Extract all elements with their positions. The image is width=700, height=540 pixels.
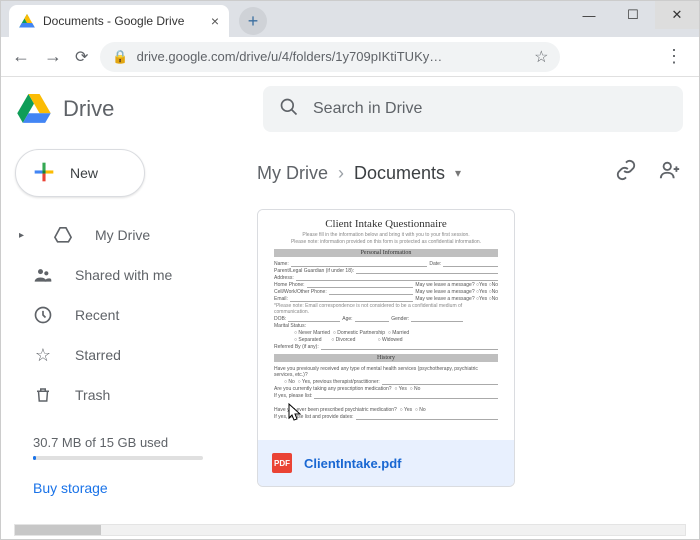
window-controls: — ☐ ✕ bbox=[567, 1, 699, 29]
sidebar-item-recent[interactable]: Recent bbox=[11, 295, 243, 335]
new-button-label: New bbox=[70, 165, 98, 181]
search-input[interactable]: Search in Drive bbox=[263, 86, 683, 132]
preview-title: Client Intake Questionnaire bbox=[274, 218, 498, 230]
close-tab-icon[interactable]: × bbox=[211, 13, 219, 29]
breadcrumb-root[interactable]: My Drive bbox=[257, 163, 328, 184]
search-icon bbox=[279, 97, 299, 122]
storage-bar bbox=[33, 456, 203, 460]
sidebar-item-label: Shared with me bbox=[75, 267, 172, 283]
breadcrumb-current[interactable]: Documents bbox=[354, 163, 445, 184]
file-thumbnail: Client Intake Questionnaire Please fill … bbox=[258, 210, 514, 440]
forward-button[interactable]: → bbox=[43, 46, 63, 67]
sidebar-item-starred[interactable]: ☆ Starred bbox=[11, 335, 243, 375]
reload-button[interactable]: ⟳ bbox=[75, 47, 88, 67]
drive-logo-icon bbox=[17, 94, 51, 124]
buy-storage-link[interactable]: Buy storage bbox=[11, 480, 243, 496]
omnibox[interactable]: 🔒 drive.google.com/drive/u/4/folders/1y7… bbox=[100, 42, 560, 72]
drive-favicon-icon bbox=[19, 14, 35, 28]
sidebar-item-label: My Drive bbox=[95, 227, 150, 243]
chevron-down-icon[interactable]: ▾ bbox=[455, 166, 461, 180]
preview-section: History bbox=[274, 354, 498, 362]
new-button[interactable]: New bbox=[15, 149, 145, 197]
file-name: ClientIntake.pdf bbox=[304, 456, 402, 471]
tab-title: Documents - Google Drive bbox=[43, 14, 184, 28]
lock-icon: 🔒 bbox=[112, 49, 128, 65]
storage-usage: 30.7 MB of 15 GB used bbox=[11, 435, 243, 460]
back-button[interactable]: ← bbox=[11, 46, 31, 67]
sidebar-item-my-drive[interactable]: ▸ My Drive bbox=[11, 215, 243, 255]
add-people-icon[interactable] bbox=[659, 159, 681, 187]
file-grid: Client Intake Questionnaire Please fill … bbox=[257, 195, 681, 487]
drive-app: Drive Search in Drive New bbox=[1, 77, 699, 539]
sidebar-item-label: Trash bbox=[75, 387, 110, 403]
chevron-right-icon: › bbox=[338, 163, 344, 184]
folder-toolbar bbox=[615, 159, 681, 187]
drive-body: New ▸ My Drive Shared with me bbox=[1, 141, 699, 539]
sidebar-item-label: Starred bbox=[75, 347, 121, 363]
sidebar: New ▸ My Drive Shared with me bbox=[1, 141, 251, 539]
shared-icon bbox=[33, 265, 53, 285]
pdf-icon: PDF bbox=[272, 453, 292, 473]
maximize-button[interactable]: ☐ bbox=[611, 1, 655, 29]
main-area: My Drive › Documents ▾ bbox=[251, 141, 699, 539]
tab-bar: Documents - Google Drive × + — ☐ ✕ bbox=[1, 1, 699, 37]
url-text: drive.google.com/drive/u/4/folders/1y709… bbox=[137, 49, 526, 64]
preview-section: Personal Information bbox=[274, 249, 498, 257]
sidebar-item-shared[interactable]: Shared with me bbox=[11, 255, 243, 295]
minimize-button[interactable]: — bbox=[567, 1, 611, 29]
address-bar: ← → ⟳ 🔒 drive.google.com/drive/u/4/folde… bbox=[1, 37, 699, 77]
sidebar-item-trash[interactable]: Trash bbox=[11, 375, 243, 415]
breadcrumb: My Drive › Documents ▾ bbox=[257, 151, 681, 195]
bookmark-star-icon[interactable]: ☆ bbox=[534, 47, 548, 67]
plus-icon bbox=[30, 158, 58, 189]
browser-window: Documents - Google Drive × + — ☐ ✕ ← → ⟳… bbox=[0, 0, 700, 540]
drive-header: Drive Search in Drive bbox=[1, 77, 699, 141]
expand-chevron-icon[interactable]: ▸ bbox=[19, 230, 29, 241]
my-drive-icon bbox=[53, 225, 73, 245]
sidebar-item-label: Recent bbox=[75, 307, 119, 323]
recent-icon bbox=[33, 305, 53, 325]
browser-tab[interactable]: Documents - Google Drive × bbox=[9, 5, 229, 37]
starred-icon: ☆ bbox=[33, 345, 53, 365]
file-card[interactable]: Client Intake Questionnaire Please fill … bbox=[257, 209, 515, 487]
search-placeholder: Search in Drive bbox=[313, 100, 422, 118]
drive-product-name: Drive bbox=[63, 96, 114, 122]
get-link-icon[interactable] bbox=[615, 159, 637, 187]
new-tab-button[interactable]: + bbox=[239, 7, 267, 35]
browser-menu-button[interactable]: ⋮ bbox=[665, 46, 689, 67]
trash-icon bbox=[33, 385, 53, 405]
file-caption-bar: PDF ClientIntake.pdf bbox=[258, 440, 514, 486]
horizontal-scrollbar[interactable] bbox=[14, 524, 686, 536]
storage-text: 30.7 MB of 15 GB used bbox=[33, 435, 168, 450]
close-window-button[interactable]: ✕ bbox=[655, 1, 699, 29]
mouse-cursor-icon bbox=[288, 403, 302, 428]
